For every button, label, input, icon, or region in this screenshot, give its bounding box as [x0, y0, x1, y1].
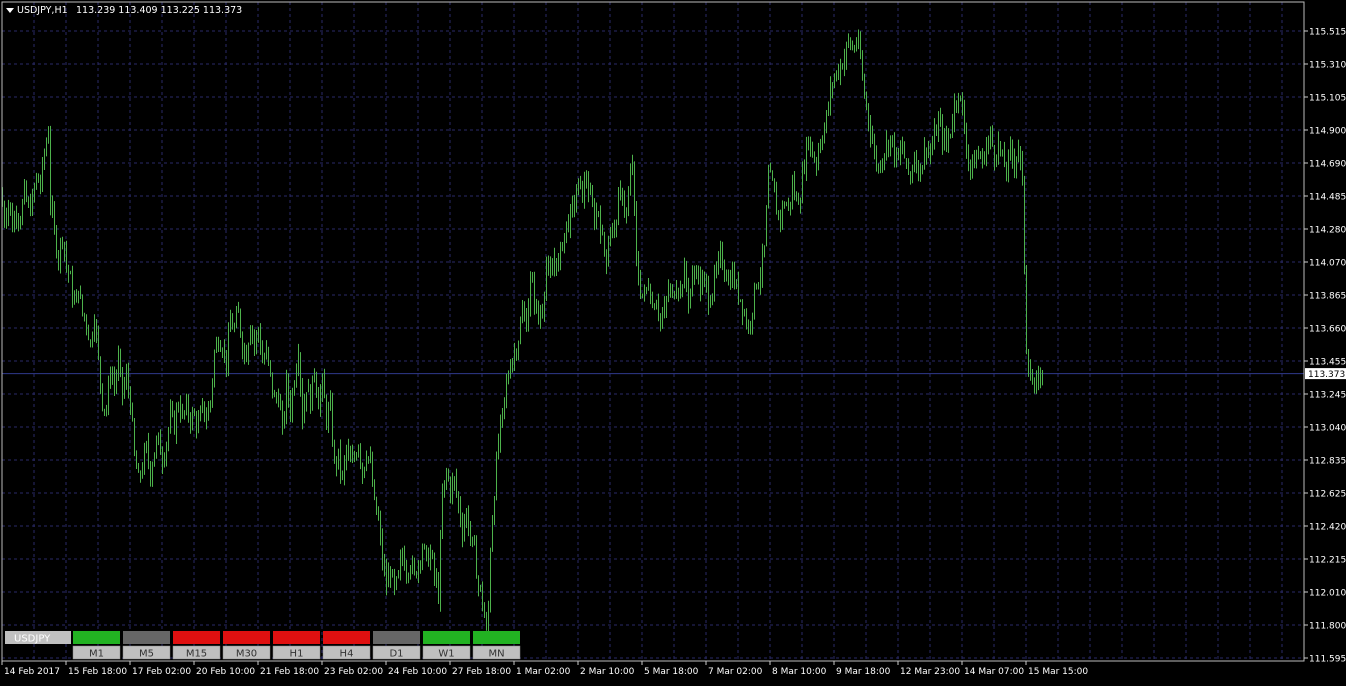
time-tick-label: 24 Feb 10:00: [388, 667, 447, 677]
price-tick-label: 113.455: [1309, 358, 1346, 368]
tf-label-mn: MN: [488, 649, 504, 660]
time-tick-label: 17 Feb 02:00: [132, 667, 191, 677]
price-tick-label: 114.690: [1309, 160, 1346, 170]
symbol-timeframe-label: USDJPY,H1: [17, 5, 68, 16]
price-tick-label: 112.835: [1309, 457, 1346, 467]
price-tick-label: 113.245: [1309, 391, 1346, 401]
time-tick-label: 14 Feb 2017: [4, 667, 60, 677]
trend-signal-w1: [423, 631, 470, 644]
price-tick-label: 113.865: [1309, 292, 1346, 302]
indicator-symbol-label: USDJPY: [14, 634, 51, 645]
time-tick-label: 1 Mar 02:00: [516, 667, 571, 677]
time-tick-label: 15 Mar 15:00: [1028, 667, 1088, 677]
price-tick-label: 115.105: [1309, 94, 1346, 104]
price-tick-label: 112.215: [1309, 556, 1346, 566]
price-tick-label: 112.625: [1309, 490, 1346, 500]
tf-label-m30: M30: [236, 649, 257, 660]
tf-label-m1: M1: [89, 649, 104, 660]
last-price-tag: 113.373: [1305, 368, 1346, 380]
tf-label-h4: H4: [340, 649, 354, 660]
price-tick-label: 114.900: [1309, 127, 1346, 137]
price-tick-label: 115.310: [1309, 61, 1346, 71]
time-tick-label: 2 Mar 10:00: [580, 667, 635, 677]
trend-signal-d1: [373, 631, 420, 644]
chart-background: [0, 0, 1346, 682]
time-tick-label: 12 Mar 23:00: [900, 667, 960, 677]
price-tick-label: 111.800: [1309, 622, 1346, 632]
time-tick-label: 27 Feb 18:00: [452, 667, 511, 677]
price-tick-label: 115.515: [1309, 28, 1346, 38]
price-tick-label: 114.485: [1309, 193, 1346, 203]
trend-signal-m1: [73, 631, 120, 644]
tf-label-d1: D1: [389, 649, 403, 660]
price-tick-label: 114.280: [1309, 226, 1346, 236]
tf-label-m5: M5: [139, 649, 154, 660]
time-tick-label: 8 Mar 10:00: [772, 667, 827, 677]
price-chart[interactable]: 115.515 115.310 115.105 114.900 114.690 114.4…: [0, 0, 1346, 682]
trend-signal-h4: [323, 631, 370, 644]
tf-label-m15: M15: [186, 649, 207, 660]
trend-signal-m30: [223, 631, 270, 644]
price-tick-label: 112.420: [1309, 523, 1346, 533]
ohlc-values: 113.239 113.409 113.225 113.373: [76, 5, 242, 16]
time-tick-label: 20 Feb 10:00: [196, 667, 255, 677]
last-price-value: 113.373: [1308, 370, 1345, 380]
price-tick-label: 113.040: [1309, 424, 1346, 434]
price-tick-label: 111.595: [1309, 655, 1346, 665]
chart-svg: 115.515 115.310 115.105 114.900 114.690 114.4…: [0, 0, 1346, 682]
price-tick-label: 112.010: [1309, 589, 1346, 599]
time-tick-label: 5 Mar 18:00: [644, 667, 699, 677]
trend-signal-m15: [173, 631, 220, 644]
time-tick-label: 9 Mar 18:00: [836, 667, 891, 677]
time-tick-label: 15 Feb 18:00: [68, 667, 127, 677]
price-tick-label: 114.070: [1309, 259, 1346, 269]
trend-signal-mn: [473, 631, 520, 644]
trend-signal-h1: [273, 631, 320, 644]
tf-label-h1: H1: [290, 649, 304, 660]
trend-signal-m5: [123, 631, 170, 644]
chart-header: USDJPY,H1 113.239 113.409 113.225 113.37…: [6, 5, 242, 16]
price-tick-label: 113.660: [1309, 325, 1346, 335]
time-tick-label: 14 Mar 07:00: [964, 667, 1024, 677]
tf-label-w1: W1: [438, 649, 454, 660]
time-tick-label: 7 Mar 02:00: [708, 667, 763, 677]
time-tick-label: 23 Feb 02:00: [324, 667, 383, 677]
time-tick-label: 21 Feb 18:00: [260, 667, 319, 677]
